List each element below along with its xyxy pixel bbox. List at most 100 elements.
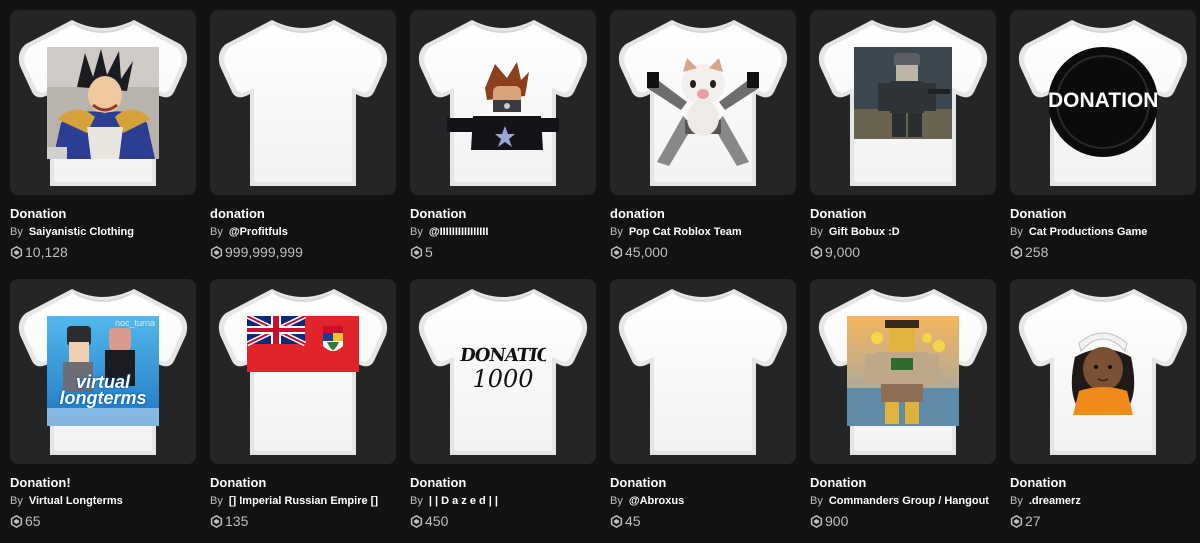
creator-link[interactable]: Cat Productions Game: [1029, 226, 1148, 238]
shirt-decal: [854, 47, 952, 139]
shirt-decal: [647, 54, 759, 166]
creator-link[interactable]: Pop Cat Roblox Team: [629, 226, 742, 238]
robux-icon: [10, 245, 23, 259]
by-label: By: [810, 495, 823, 507]
catalog-item-card[interactable]: noc_turna virtual longterms Donation! By V…: [10, 279, 196, 542]
item-title[interactable]: donation: [210, 206, 396, 222]
item-creator-line: By @Profitfuls: [210, 225, 396, 239]
catalog-item-card[interactable]: donation By Pop Cat Roblox Team 45,000: [610, 10, 796, 273]
catalog-item-card[interactable]: Donation By [] Imperial Russian Empire []…: [210, 279, 396, 542]
item-thumbnail[interactable]: [810, 10, 996, 195]
by-label: By: [610, 495, 623, 507]
item-thumbnail[interactable]: [810, 279, 996, 464]
item-price: 258: [1010, 243, 1196, 261]
robux-icon: [610, 514, 623, 528]
creator-link[interactable]: [] Imperial Russian Empire []: [229, 495, 378, 507]
item-thumbnail[interactable]: [610, 279, 796, 464]
robux-icon: [610, 245, 623, 259]
shirt-decal: noc_turna virtual longterms: [47, 316, 159, 426]
robux-icon: [210, 514, 223, 528]
creator-link[interactable]: Gift Bobux :D: [829, 226, 900, 238]
item-price: 5: [410, 243, 596, 261]
price-value: 9,000: [825, 244, 861, 260]
item-thumbnail[interactable]: DONATION: [1010, 10, 1196, 195]
item-title[interactable]: Donation: [810, 475, 996, 491]
catalog-item-card[interactable]: DONATION Donation By Cat Productions Game…: [1010, 10, 1196, 273]
item-thumbnail[interactable]: [410, 10, 596, 195]
item-price: 10,128: [10, 243, 196, 261]
item-price: 900: [810, 512, 996, 530]
item-creator-line: By Gift Bobux :D: [810, 225, 996, 239]
item-title[interactable]: Donation!: [10, 475, 196, 491]
price-value: 45,000: [625, 244, 668, 260]
item-title[interactable]: Donation: [10, 206, 196, 222]
creator-link[interactable]: @IIIIIIIIIIIIIIII: [429, 226, 489, 238]
shirt-decal: [447, 60, 559, 150]
catalog-item-card[interactable]: Donation By Commanders Group / Hangout 90…: [810, 279, 996, 542]
item-creator-line: By @IIIIIIIIIIIIIIII: [410, 225, 596, 239]
robux-icon: [410, 514, 423, 528]
by-label: By: [210, 495, 223, 507]
item-title[interactable]: Donation: [410, 475, 596, 491]
item-creator-line: By [] Imperial Russian Empire []: [210, 494, 396, 508]
catalog-item-card[interactable]: DONATION 1000 Donation By | | D a z e d | …: [410, 279, 596, 542]
catalog-item-card[interactable]: Donation By @IIIIIIIIIIIIIIII 5: [410, 10, 596, 273]
item-thumbnail[interactable]: DONATION 1000: [410, 279, 596, 464]
price-value: 5: [425, 244, 433, 260]
price-value: 900: [825, 513, 849, 529]
by-label: By: [810, 226, 823, 238]
decal-text: DONATION: [1048, 89, 1158, 112]
item-creator-line: By | | D a z e d | |: [410, 494, 596, 508]
item-thumbnail[interactable]: [210, 10, 396, 195]
item-price: 9,000: [810, 243, 996, 261]
creator-link[interactable]: Commanders Group / Hangout: [829, 495, 989, 507]
creator-link[interactable]: Virtual Longterms: [29, 495, 123, 507]
price-value: 27: [1025, 513, 1041, 529]
catalog-item-card[interactable]: Donation By Saiyanistic Clothing 10,128: [10, 10, 196, 273]
robux-icon: [210, 245, 223, 259]
by-label: By: [10, 226, 23, 238]
item-creator-line: By .dreamerz: [1010, 494, 1196, 508]
robux-icon: [410, 245, 423, 259]
item-thumbnail[interactable]: [10, 10, 196, 195]
shirt-decal: DONATION: [1048, 47, 1158, 157]
creator-link[interactable]: | | D a z e d | |: [429, 495, 498, 507]
item-thumbnail[interactable]: [1010, 279, 1196, 464]
catalog-item-card[interactable]: Donation By Gift Bobux :D 9,000: [810, 10, 996, 273]
item-thumbnail[interactable]: [610, 10, 796, 195]
catalog-item-card[interactable]: Donation By @Abroxus 45: [610, 279, 796, 542]
creator-link[interactable]: .dreamerz: [1029, 495, 1081, 507]
item-title[interactable]: donation: [610, 206, 796, 222]
item-creator-line: By @Abroxus: [610, 494, 796, 508]
by-label: By: [410, 495, 423, 507]
shirt-decal: DONATION 1000: [460, 345, 546, 405]
by-label: By: [1010, 495, 1023, 507]
item-creator-line: By Pop Cat Roblox Team: [610, 225, 796, 239]
tshirt-icon: [218, 20, 388, 186]
by-label: By: [210, 226, 223, 238]
item-title[interactable]: Donation: [1010, 475, 1196, 491]
item-title[interactable]: Donation: [1010, 206, 1196, 222]
price-value: 65: [25, 513, 41, 529]
catalog-item-card[interactable]: Donation By .dreamerz 27: [1010, 279, 1196, 542]
item-title[interactable]: Donation: [410, 206, 596, 222]
creator-link[interactable]: @Abroxus: [629, 495, 684, 507]
item-price: 999,999,999: [210, 243, 396, 261]
item-title[interactable]: Donation: [210, 475, 396, 491]
by-label: By: [10, 495, 23, 507]
price-value: 135: [225, 513, 249, 529]
item-price: 45,000: [610, 243, 796, 261]
item-thumbnail[interactable]: noc_turna virtual longterms: [10, 279, 196, 464]
item-title[interactable]: Donation: [810, 206, 996, 222]
catalog-item-card[interactable]: donation By @Profitfuls 999,999,999: [210, 10, 396, 273]
robux-icon: [1010, 245, 1023, 259]
item-creator-line: By Commanders Group / Hangout: [810, 494, 996, 508]
decal-text: DONATION: [460, 345, 546, 366]
creator-link[interactable]: Saiyanistic Clothing: [29, 226, 134, 238]
item-thumbnail[interactable]: [210, 279, 396, 464]
catalog-grid: Donation By Saiyanistic Clothing 10,128 d…: [10, 10, 1196, 542]
creator-link[interactable]: @Profitfuls: [229, 226, 288, 238]
robux-icon: [810, 514, 823, 528]
shirt-decal: [847, 316, 959, 426]
item-title[interactable]: Donation: [610, 475, 796, 491]
